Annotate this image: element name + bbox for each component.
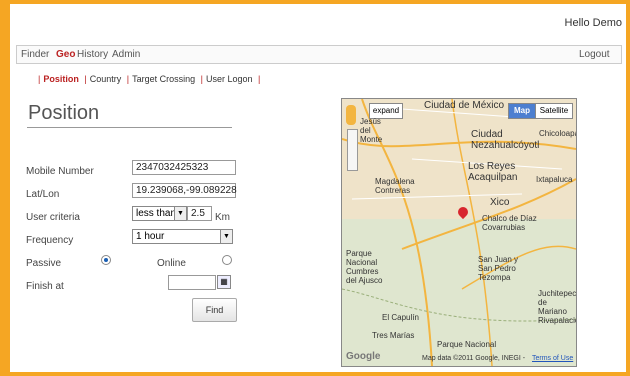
- frequency-select[interactable]: 1 hour ▼: [132, 229, 233, 244]
- subnav-position[interactable]: Position: [43, 74, 79, 84]
- map-label: Juchitepec de Mariano Rivapalacio: [538, 289, 577, 325]
- app-frame: Hello Demo Finder Geo History Admin Logo…: [10, 4, 626, 372]
- menu-finder[interactable]: Finder: [21, 49, 49, 60]
- google-logo: Google: [346, 351, 381, 362]
- online-radio[interactable]: [222, 255, 232, 265]
- subnav-country[interactable]: Country: [90, 74, 122, 84]
- criteria-distance-input[interactable]: 2.5: [187, 206, 212, 221]
- calendar-icon[interactable]: ▦: [217, 275, 231, 289]
- subnav-user-logon[interactable]: User Logon: [206, 74, 253, 84]
- chevron-down-icon: ▼: [174, 207, 186, 220]
- finish-at-label: Finish at: [26, 281, 64, 292]
- map-label: Chalco de Díaz Covarrubias: [482, 214, 537, 232]
- map-view[interactable]: expand Map Satellite Ciudad de México Ci…: [341, 98, 577, 367]
- frequency-selected: 1 hour: [136, 231, 165, 242]
- main-menu: Finder Geo History Admin Logout: [16, 45, 622, 64]
- map-label: Tres Marías: [372, 331, 415, 340]
- terms-of-use-link[interactable]: Terms of Use: [532, 355, 573, 362]
- logout-link[interactable]: Logout: [579, 49, 610, 60]
- chevron-down-icon: ▼: [220, 230, 232, 243]
- map-label: El Capulín: [382, 313, 419, 322]
- map-label: Ciudad Nezahualcóyotl: [471, 129, 540, 151]
- passive-radio[interactable]: [101, 255, 111, 265]
- menu-geo[interactable]: Geo: [56, 49, 75, 60]
- criteria-selected: less than: [136, 208, 177, 219]
- pegman-icon[interactable]: [346, 105, 356, 125]
- menu-history[interactable]: History: [77, 49, 108, 60]
- map-label: Chicoloapan: [539, 129, 576, 138]
- latlon-label: Lat/Lon: [26, 189, 60, 200]
- user-criteria-label: User criteria: [26, 212, 80, 223]
- map-label: Parque Nacional Cumbres del Ajusco: [346, 249, 383, 285]
- subnav-target-crossing[interactable]: Target Crossing: [132, 74, 195, 84]
- map-tab[interactable]: Map: [508, 103, 536, 119]
- map-label: Xico: [490, 197, 510, 208]
- title-divider: [27, 127, 232, 128]
- latlon-input[interactable]: 19.239068,-99.089228: [132, 183, 237, 198]
- top-bar: Hello Demo: [10, 4, 626, 40]
- criteria-unit: Km: [215, 212, 230, 223]
- menu-admin[interactable]: Admin: [112, 49, 140, 60]
- find-button[interactable]: Find: [192, 298, 237, 322]
- frequency-label: Frequency: [26, 235, 74, 246]
- greeting: Hello Demo: [564, 17, 622, 29]
- mobile-number-label: Mobile Number: [26, 166, 94, 177]
- map-label: Ciudad de México: [424, 100, 505, 111]
- map-attribution: Map data ©2011 Google, INEGI -: [422, 355, 526, 362]
- map-label: Jesús del Monte: [360, 117, 383, 144]
- finish-at-input[interactable]: [168, 275, 216, 290]
- page-title: Position: [28, 102, 100, 124]
- passive-label: Passive: [26, 258, 62, 269]
- map-label: Los Reyes Acaquilpan: [468, 161, 518, 183]
- map-label: Magdalena Contreras: [375, 177, 415, 195]
- criteria-select[interactable]: less than ▼: [132, 206, 187, 221]
- online-label: Online: [157, 258, 186, 269]
- map-label: Ixtapaluca: [536, 175, 573, 184]
- map-label: San Juan y San Pedro Tezompa: [478, 255, 519, 282]
- map-label: Parque Nacional: [437, 340, 497, 349]
- mobile-number-input[interactable]: 2347032425323: [132, 160, 236, 175]
- satellite-tab[interactable]: Satellite: [535, 103, 573, 119]
- sub-navigation: | Position | Country | Target Crossing | Use…: [38, 74, 261, 84]
- zoom-control[interactable]: [347, 129, 358, 171]
